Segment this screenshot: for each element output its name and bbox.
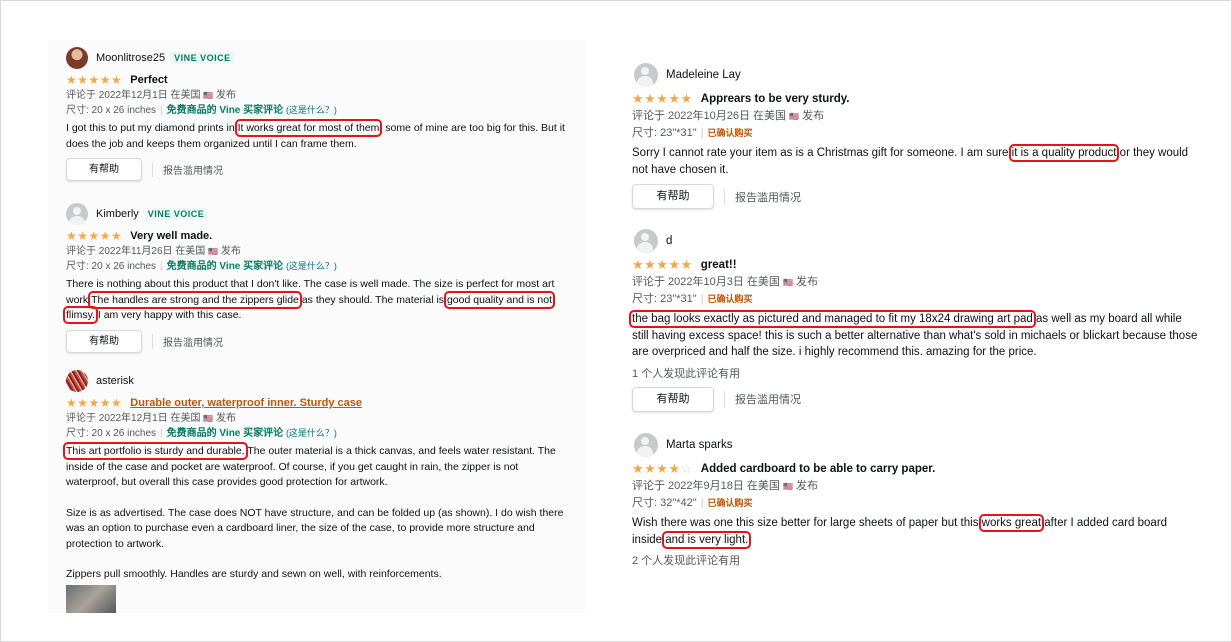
helpful-button[interactable]: 有帮助 — [66, 329, 142, 353]
report-abuse-link[interactable]: 报告滥用情况 — [152, 162, 223, 177]
vine-review-label: 免费商品的 Vine 买家评论 — [166, 261, 284, 272]
report-abuse-link[interactable]: 报告滥用情况 — [152, 333, 223, 349]
us-flag-icon: 🇺🇸 — [208, 247, 219, 256]
left-review-panel: Moonlitrose25 VINE VOICE ★★★★★ Perfect 评… — [48, 40, 585, 613]
review-body-paragraph: Size is as advertised. The case does NOT… — [66, 506, 564, 550]
highlight-box: This art portfolio is sturdy and durable… — [63, 442, 248, 460]
star-rating: ★★★★★ — [632, 257, 693, 272]
review-title-link[interactable]: Durable outer, waterproof inner. Sturdy … — [130, 397, 362, 409]
star-rating: ★★★★★ — [66, 73, 123, 87]
vine-voice-badge: VINE VOICE — [144, 208, 208, 220]
star-rating: ★★★★☆ — [632, 461, 693, 476]
highlight-box: flimsy. — [63, 306, 98, 324]
reviewer-header: Madeleine Lay — [618, 62, 1200, 88]
highlight-box: it is a quality product — [1008, 144, 1120, 162]
review-body: Sorry I cannot rate your item as is a Ch… — [632, 144, 1189, 176]
highlight-box: the bag looks exactly as pictured and ma… — [629, 310, 1036, 328]
verified-purchase-badge: 已确认购买 — [707, 128, 753, 138]
review-date: 评论于 2022年12月1日 在美国 🇺🇸 发布 — [66, 413, 237, 424]
star-rating: ★★★★★ — [66, 396, 123, 410]
helpful-button[interactable]: 有帮助 — [66, 158, 142, 181]
review-variant: 尺寸: 23"*31" | 已确认购买 — [632, 127, 753, 139]
vine-review-label: 免费商品的 Vine 买家评论 — [166, 428, 284, 439]
review-card: Kimberly VINE VOICE ★★★★★ Very well made… — [48, 202, 585, 353]
us-flag-icon: 🇺🇸 — [789, 112, 800, 121]
helpful-count: 2 个人发现此评论有用 — [632, 555, 741, 567]
review-date: 评论于 2022年10月3日 在美国 🇺🇸 发布 — [632, 276, 819, 288]
avatar[interactable] — [66, 370, 88, 392]
reviewer-header: d — [618, 228, 1200, 254]
highlight-box: works great — [978, 514, 1045, 532]
us-flag-icon: 🇺🇸 — [203, 91, 214, 100]
verified-purchase-badge: 已确认购买 — [707, 498, 753, 508]
review-title: Apprears to be very sturdy. — [700, 93, 850, 105]
helpful-button[interactable]: 有帮助 — [632, 386, 714, 412]
reviewer-name[interactable]: Marta sparks — [666, 439, 732, 451]
review-date: 评论于 2022年11月26日 在美国 🇺🇸 发布 — [66, 246, 241, 257]
star-rating: ★★★★★ — [66, 229, 123, 243]
reviewer-name[interactable]: d — [666, 235, 672, 247]
review-title: Added cardboard to be able to carry pape… — [700, 463, 936, 475]
review-card: Madeleine Lay ★★★★★ Apprears to be very … — [618, 62, 1200, 209]
reviewer-name[interactable]: Kimberly — [96, 208, 139, 220]
what-is-this-link[interactable]: (这是什么？) — [286, 428, 337, 438]
right-review-panel: Madeleine Lay ★★★★★ Apprears to be very … — [618, 50, 1200, 590]
review-title: Very well made. — [130, 230, 213, 242]
star-rating: ★★★★★ — [632, 91, 693, 106]
review-card: d ★★★★★ great!! 评论于 2022年10月3日 在美国 🇺🇸 发布… — [618, 228, 1200, 412]
what-is-this-link[interactable]: (这是什么？) — [286, 261, 337, 271]
review-variant: 尺寸: 20 x 26 inches | 免费商品的 Vine 买家评论 (这是什么… — [66, 261, 337, 272]
highlight-box: The handles are strong and the zippers g… — [88, 290, 302, 309]
review-date: 评论于 2022年12月1日 在美国 🇺🇸 发布 — [66, 90, 237, 101]
what-is-this-link[interactable]: (这是什么？) — [286, 105, 337, 115]
avatar[interactable] — [634, 433, 658, 457]
reviewer-header: Moonlitrose25 VINE VOICE — [48, 46, 585, 70]
review-variant: 尺寸: 20 x 26 inches | 免费商品的 Vine 买家评论 (这是什么… — [66, 105, 337, 116]
us-flag-icon: 🇺🇸 — [783, 278, 793, 287]
helpful-count: 1 个人发现此评论有用 — [632, 367, 741, 380]
report-abuse-link[interactable]: 报告滥用情况 — [724, 188, 801, 205]
review-variant: 尺寸: 32"*42" | 已确认购买 — [632, 497, 753, 509]
review-date: 评论于 2022年9月18日 在美国 🇺🇸 发布 — [632, 480, 819, 492]
verified-purchase-badge: 已确认购买 — [707, 294, 753, 304]
review-title: Perfect — [130, 74, 168, 86]
us-flag-icon: 🇺🇸 — [203, 414, 214, 423]
reviewer-header: asterisk — [48, 369, 585, 393]
review-body-paragraph: Zippers pull smoothly. Handles are sturd… — [66, 568, 442, 580]
review-body: This art portfolio is sturdy and durable… — [63, 442, 556, 488]
review-photo-thumbnail[interactable] — [66, 585, 116, 613]
reviewer-name[interactable]: Moonlitrose25 — [96, 52, 165, 64]
review-body: There is nothing about this product that… — [63, 278, 556, 324]
highlight-box: good quality and is not — [443, 290, 556, 309]
us-flag-icon: 🇺🇸 — [783, 482, 793, 491]
review-variant: 尺寸: 23"*31" | 已确认购买 — [632, 293, 753, 305]
helpful-button[interactable]: 有帮助 — [632, 184, 714, 209]
report-abuse-link[interactable]: 报告滥用情况 — [724, 391, 801, 407]
reviewer-name[interactable]: Madeleine Lay — [666, 69, 741, 81]
avatar[interactable] — [634, 229, 658, 253]
review-card: Marta sparks ★★★★☆ Added cardboard to be… — [618, 432, 1200, 568]
review-variant: 尺寸: 20 x 26 inches | 免费商品的 Vine 买家评论 (这是什么… — [66, 428, 337, 439]
review-body: I got this to put my diamond prints in.I… — [66, 119, 565, 150]
reviewer-header: Marta sparks — [618, 432, 1200, 458]
review-title: great!! — [700, 259, 737, 271]
avatar[interactable] — [66, 203, 88, 225]
review-card: asterisk ★★★★★ Durable outer, waterproof… — [48, 369, 585, 583]
avatar[interactable] — [634, 63, 658, 87]
avatar[interactable] — [66, 47, 88, 69]
review-body: the bag looks exactly as pictured and ma… — [629, 310, 1198, 358]
vine-review-label: 免费商品的 Vine 买家评论 — [166, 105, 284, 116]
reviewer-header: Kimberly VINE VOICE — [48, 202, 585, 226]
reviewer-name[interactable]: asterisk — [96, 375, 134, 387]
review-body: Wish there was one this size better for … — [632, 514, 1168, 549]
review-card: Moonlitrose25 VINE VOICE ★★★★★ Perfect 评… — [48, 46, 585, 181]
highlight-box: and is very light. — [662, 530, 752, 549]
vine-voice-badge: VINE VOICE — [171, 52, 234, 64]
review-date: 评论于 2022年10月26日 在美国 🇺🇸 发布 — [632, 110, 825, 122]
highlight-box: It works great for most of them — [234, 119, 383, 137]
